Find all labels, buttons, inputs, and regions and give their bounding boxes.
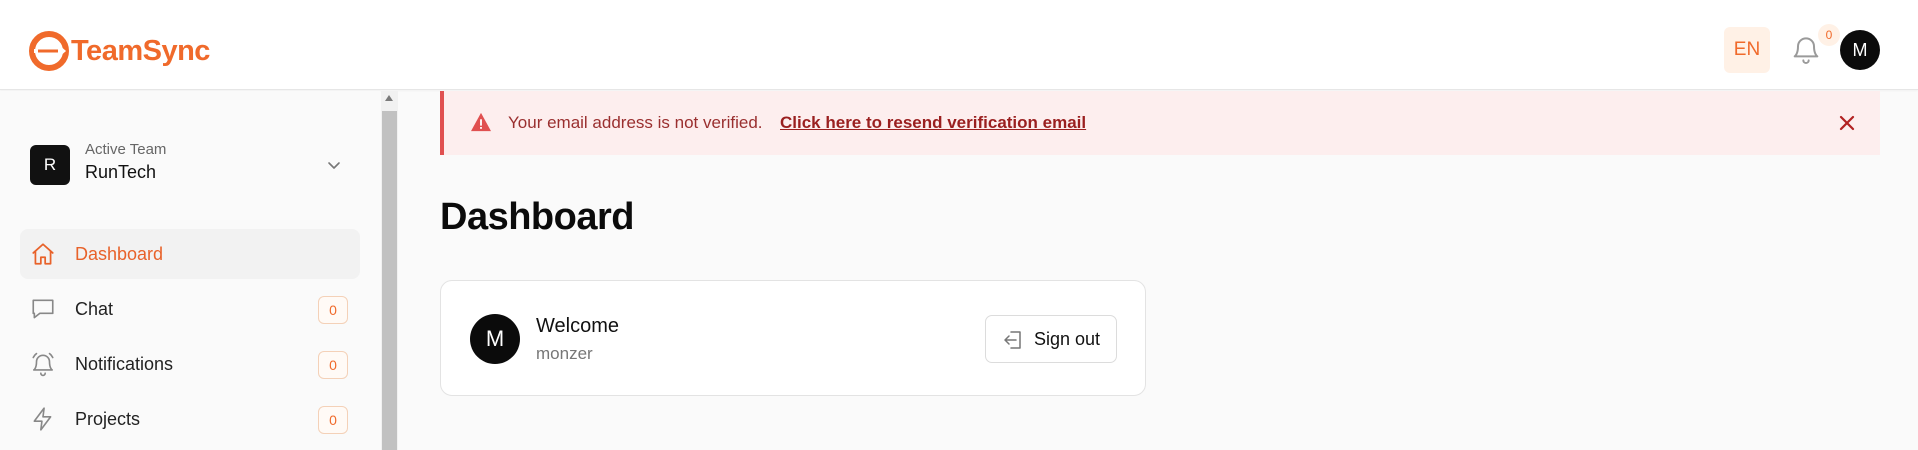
resend-verification-link[interactable]: Click here to resend verification email [780, 113, 1086, 133]
welcome-title: Welcome [536, 315, 619, 337]
close-icon[interactable] [1837, 113, 1857, 133]
sidebar-item-projects[interactable]: Projects 0 [20, 394, 360, 444]
user-avatar[interactable]: M [1840, 30, 1880, 70]
bell-icon [32, 352, 54, 377]
notifications-button[interactable] [1790, 32, 1822, 66]
sidebar-item-label: Projects [75, 408, 141, 429]
scroll-thumb[interactable] [382, 111, 397, 450]
username-label: monzer [536, 344, 593, 363]
home-icon [32, 243, 54, 265]
chat-count-badge: 0 [318, 296, 348, 324]
sidebar-scrollbar[interactable] [381, 91, 398, 450]
welcome-card: M Welcome monzer Sign out [440, 280, 1146, 396]
alert-message: Your email address is not verified. [508, 113, 763, 132]
scroll-up-arrow-icon[interactable] [385, 95, 393, 101]
top-header: TeamSync EN 0 M [0, 0, 1918, 90]
avatar: M [470, 314, 520, 364]
teamsync-logo-icon [29, 31, 69, 71]
team-name: RunTech [85, 162, 157, 182]
sidebar-item-label: Dashboard [75, 243, 164, 264]
notifications-count-badge: 0 [1818, 24, 1840, 46]
page-title: Dashboard [440, 196, 634, 238]
bell-icon [1793, 37, 1819, 64]
brand-logo[interactable]: TeamSync [28, 29, 210, 73]
email-verification-alert: Your email address is not verified. Clic… [440, 91, 1880, 155]
language-switcher[interactable]: EN [1724, 27, 1770, 73]
sign-out-icon [1004, 331, 1021, 349]
chevron-down-icon [328, 162, 340, 169]
chat-icon [32, 299, 54, 319]
sidebar-item-label: Chat [75, 298, 114, 319]
sidebar: R Active Team RunTech Dashboard Chat 0 N… [0, 91, 380, 450]
sidebar-item-notifications[interactable]: Notifications 0 [20, 339, 360, 389]
sidebar-item-chat[interactable]: Chat 0 [20, 284, 360, 334]
team-switcher[interactable]: R Active Team RunTech [30, 141, 350, 187]
projects-count-badge: 0 [318, 406, 348, 434]
lightning-icon [33, 407, 52, 431]
team-avatar: R [30, 145, 70, 185]
sign-out-button[interactable]: Sign out [985, 315, 1117, 363]
brand-name: TeamSync [71, 34, 210, 67]
notifications-count-badge: 0 [318, 351, 348, 379]
sidebar-item-dashboard[interactable]: Dashboard [20, 229, 360, 279]
team-caption: Active Team [85, 141, 167, 158]
sign-out-label: Sign out [1034, 329, 1101, 349]
sidebar-item-label: Notifications [75, 353, 174, 374]
warning-icon [471, 112, 491, 132]
